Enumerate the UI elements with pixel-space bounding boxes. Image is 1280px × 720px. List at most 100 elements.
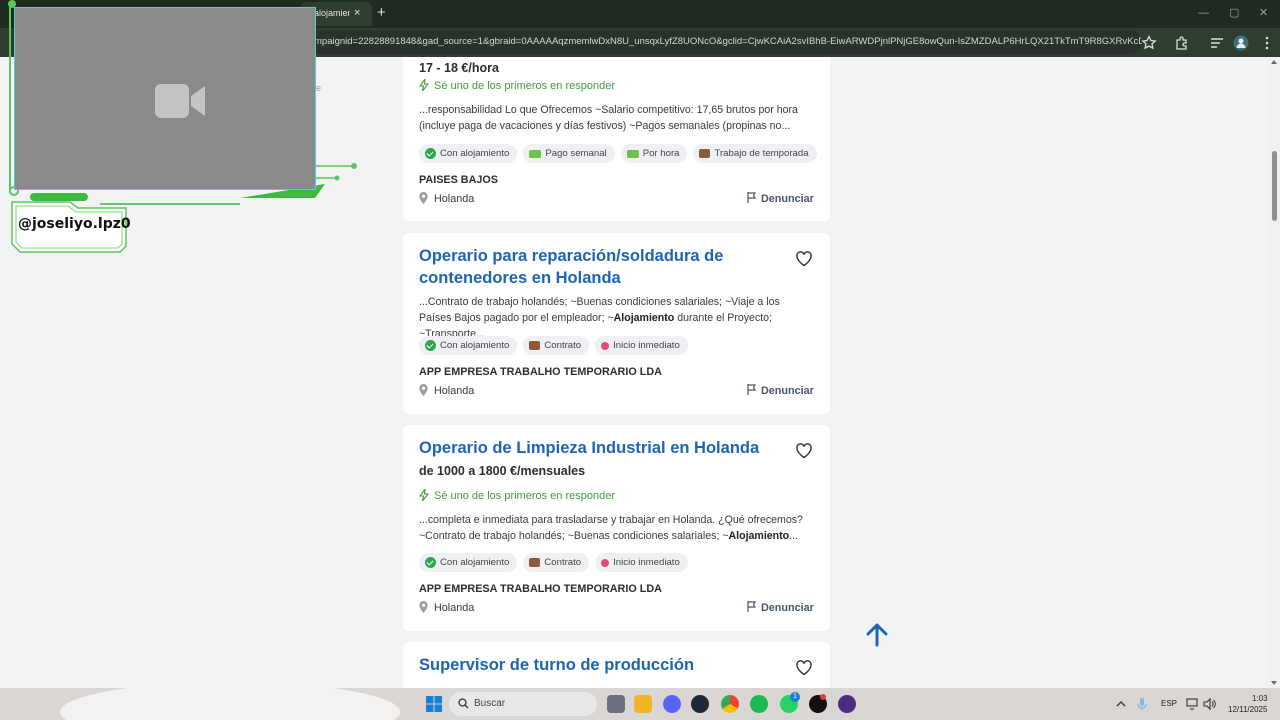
job-company: APP EMPRESA TRABALHO TEMPORARIO LDA [419, 366, 662, 378]
job-card[interactable]: Operario de Limpieza Industrial en Holan… [403, 425, 830, 631]
job-tags: Con alojamiento Contrato Inicio inmediat… [419, 553, 688, 573]
page-scrollbar[interactable] [1268, 57, 1280, 688]
check-circle-icon [425, 340, 436, 351]
job-tags: Con alojamiento Pago semanal Por hora Tr… [419, 144, 817, 164]
job-location: Holanda [419, 384, 474, 397]
tag-label: Con alojamiento [440, 557, 510, 568]
job-snippet: ...completa e inmediata para trasladarse… [419, 512, 809, 544]
early-applicant-badge: Sé uno de los primeros en responder [419, 489, 615, 502]
job-tags: Con alojamiento Contrato Inicio inmediat… [419, 336, 688, 356]
close-window-button[interactable]: ✕ [1259, 6, 1268, 20]
desktop-wallpaper-glimpse [60, 688, 400, 720]
early-badge-text: Sé uno de los primeros en responder [434, 490, 615, 502]
scroll-to-top-arrow-icon[interactable] [864, 622, 890, 648]
tag-immediate-start: Inicio inmediato [595, 336, 688, 355]
tag-hourly: Por hora [620, 144, 688, 163]
briefcase-icon [529, 341, 541, 350]
speaker-volume-icon[interactable] [1203, 698, 1216, 710]
chrome-icon[interactable] [721, 695, 739, 713]
early-applicant-badge: Sé uno de los primeros en responder [419, 79, 615, 92]
chevron-up-icon[interactable] [1116, 700, 1126, 708]
tag-label: Contrato [544, 557, 582, 568]
url-text[interactable]: mpaignid=22828891848&gad_source=1&gbraid… [314, 36, 1142, 47]
job-company: APP EMPRESA TRABALHO TEMPORARIO LDA [419, 583, 662, 595]
heart-favorite-icon[interactable] [795, 442, 813, 460]
location-text: Holanda [434, 602, 475, 614]
flag-icon [747, 601, 757, 612]
file-explorer-icon[interactable] [634, 695, 652, 713]
tag-label: Con alojamiento [440, 340, 510, 351]
location-pin-icon [419, 601, 428, 613]
report-button[interactable]: Denunciar [747, 601, 814, 614]
tag-label: Contrato [544, 340, 582, 351]
extensions-icon[interactable] [1174, 35, 1190, 51]
windows-taskbar: Buscar 1 ESP 1:03 12/11/2025 [0, 688, 1280, 720]
clock-time[interactable]: 1:03 [1252, 694, 1268, 703]
tag-seasonal: Trabajo de temporada [693, 144, 817, 163]
minimize-button[interactable]: — [1198, 6, 1209, 20]
money-icon [529, 149, 542, 158]
tag-accommodation: Con alojamiento [419, 144, 518, 163]
snippet-highlight: Alojamiento [728, 530, 790, 542]
tag-label: Pago semanal [545, 148, 607, 159]
browser-tab-active[interactable]: alojamiento [300, 2, 372, 26]
job-card[interactable]: Operario para reparación/soldadura de co… [403, 233, 830, 414]
windows-start-icon[interactable] [425, 695, 443, 713]
input-language[interactable]: ESP [1161, 699, 1177, 708]
job-snippet: ...Contrato de trabajo holandés; ~Buenas… [419, 294, 809, 342]
clock-date[interactable]: 12/11/2025 [1228, 705, 1267, 714]
flag-icon [747, 384, 757, 395]
snippet-highlight: Alojamiento [613, 312, 675, 324]
tag-immediate-start: Inicio inmediato [595, 553, 688, 572]
tab-close-button[interactable]: × [354, 7, 360, 19]
scrollbar-thumb[interactable] [1272, 151, 1277, 221]
profile-avatar-icon[interactable] [1233, 35, 1249, 51]
check-circle-icon [425, 557, 436, 568]
money-icon [626, 149, 639, 158]
app-icon[interactable] [838, 695, 856, 713]
recording-indicator-icon [820, 694, 826, 700]
maximize-button[interactable]: ▢ [1229, 6, 1239, 20]
tag-accommodation: Con alojamiento [419, 336, 518, 355]
report-label: Denunciar [761, 385, 814, 397]
menu-kebab-icon[interactable] [1259, 35, 1275, 51]
address-bar[interactable]: mpaignid=22828891848&gad_source=1&gbraid… [300, 31, 1142, 54]
reading-list-icon[interactable] [1209, 35, 1225, 51]
lightning-icon [419, 79, 429, 91]
bookmark-star-icon[interactable] [1141, 35, 1157, 51]
steam-icon[interactable] [691, 695, 709, 713]
whatsapp-notification-badge: 1 [790, 692, 800, 702]
tag-contract: Contrato [523, 336, 590, 355]
report-button[interactable]: Denunciar [747, 192, 814, 205]
search-placeholder: Buscar [474, 698, 506, 709]
tag-contract: Contrato [523, 553, 590, 572]
spotify-icon[interactable] [750, 695, 768, 713]
pushpin-icon [601, 341, 610, 350]
taskbar-search[interactable]: Buscar [449, 692, 597, 716]
tag-label: Trabajo de temporada [714, 148, 809, 159]
job-location: Holanda [419, 601, 474, 614]
network-icon[interactable] [1186, 698, 1200, 710]
scroll-down-arrow-icon[interactable] [1271, 681, 1277, 685]
discord-icon[interactable] [663, 695, 681, 713]
microphone-icon[interactable] [1137, 697, 1147, 711]
job-title-link[interactable]: Operario de Limpieza Industrial en Holan… [419, 437, 789, 459]
tag-label: Por hora [642, 148, 680, 159]
new-tab-button[interactable]: + [377, 4, 386, 22]
scroll-up-arrow-icon[interactable] [1271, 60, 1277, 64]
task-view-icon[interactable] [607, 695, 625, 713]
report-button[interactable]: Denunciar [747, 384, 814, 397]
job-location: Holanda [419, 192, 474, 205]
pushpin-icon [601, 558, 610, 567]
lightning-icon [419, 489, 429, 501]
heart-favorite-icon[interactable] [795, 250, 813, 268]
report-label: Denunciar [761, 193, 814, 205]
job-title-link[interactable]: Supervisor de turno de producción [419, 654, 789, 676]
location-text: Holanda [434, 193, 475, 205]
briefcase-icon [529, 558, 541, 567]
heart-favorite-icon[interactable] [795, 659, 813, 677]
job-card[interactable]: Supervisor de turno de producción [403, 642, 830, 688]
tag-accommodation: Con alojamiento [419, 553, 518, 572]
job-title-link[interactable]: Operario para reparación/soldadura de co… [419, 245, 769, 289]
job-card[interactable]: 17 - 18 €/hora Sé uno de los primeros en… [403, 57, 830, 221]
